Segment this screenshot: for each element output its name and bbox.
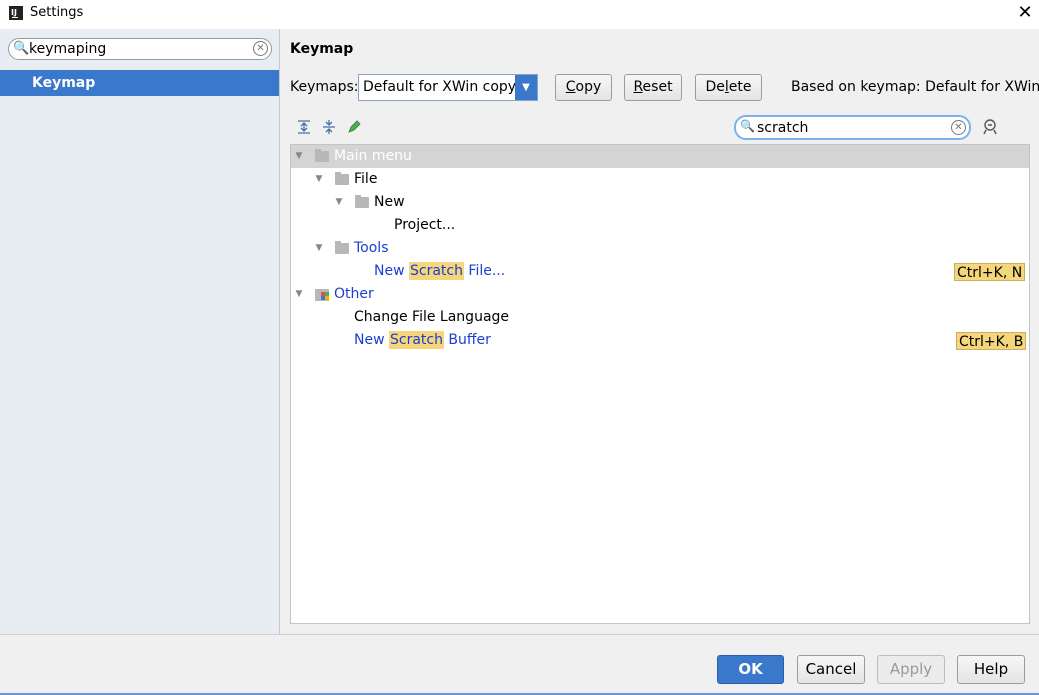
tree-row-label: New Scratch Buffer <box>354 329 491 352</box>
delete-button[interactable]: Delete <box>695 74 762 101</box>
expand-all-icon[interactable] <box>296 119 312 135</box>
other-folder-icon <box>315 289 329 301</box>
apply-button[interactable]: Apply <box>877 655 945 684</box>
folder-icon <box>335 241 349 254</box>
settings-sidebar: 🔍 ✕ Keymap <box>0 29 280 634</box>
label-part: Buffer <box>443 332 491 348</box>
settings-search-input[interactable] <box>29 40 249 58</box>
keymap-action-tree[interactable]: ▼ Main menu ▼ File ▼ New Project... ▼ To… <box>290 144 1030 624</box>
tree-row-main-menu[interactable]: ▼ Main menu <box>291 145 1029 168</box>
delete-button-label-a: De <box>705 79 725 95</box>
copy-button[interactable]: Copy <box>555 74 612 101</box>
reset-button[interactable]: Reset <box>624 74 682 101</box>
copy-button-label: opy <box>575 79 602 95</box>
shortcut-filter-field[interactable]: 🔍 ✕ <box>734 115 971 140</box>
tree-row-new-scratch-buffer[interactable]: New Scratch Buffer Ctrl+K, B <box>291 329 1029 352</box>
cancel-button[interactable]: Cancel <box>797 655 865 684</box>
intellij-app-icon: IJ <box>9 6 23 20</box>
dialog-footer: OK Cancel Apply Help <box>0 634 1039 695</box>
panel-title: Keymap <box>290 41 354 57</box>
clear-search-icon[interactable]: ✕ <box>253 41 268 56</box>
expand-arrow-icon[interactable]: ▼ <box>333 191 345 214</box>
tree-row-new[interactable]: ▼ New <box>291 191 1029 214</box>
keymap-dropdown-value: Default for XWin copy <box>363 79 517 95</box>
collapse-all-icon[interactable] <box>321 119 337 135</box>
edit-shortcut-icon[interactable] <box>346 119 362 135</box>
expand-arrow-icon[interactable]: ▼ <box>293 145 305 168</box>
search-icon: 🔍 <box>13 41 30 56</box>
folder-icon <box>335 172 349 185</box>
tree-row-label: File <box>354 171 378 187</box>
ok-button[interactable]: OK <box>717 655 784 684</box>
folder-icon <box>315 149 329 162</box>
reset-button-label: eset <box>642 79 673 95</box>
copy-button-mnemonic: C <box>565 79 576 95</box>
tree-row-other[interactable]: ▼ Other <box>291 283 1029 306</box>
tree-row-new-scratch-file[interactable]: New Scratch File... Ctrl+K, N <box>291 260 1029 283</box>
expand-arrow-icon[interactable]: ▼ <box>313 237 325 260</box>
keymap-panel: Keymap Keymaps: Default for XWin copy ▼ … <box>280 29 1039 634</box>
tree-row-label: Change File Language <box>354 309 510 325</box>
clear-filter-icon[interactable]: ✕ <box>951 120 966 135</box>
help-button[interactable]: Help <box>957 655 1025 684</box>
folder-icon <box>355 195 369 208</box>
title-bar: IJ Settings ✕ <box>0 0 1039 29</box>
tree-row-file[interactable]: ▼ File <box>291 168 1029 191</box>
close-window-button[interactable]: ✕ <box>1014 2 1036 24</box>
tree-row-tools[interactable]: ▼ Tools <box>291 237 1029 260</box>
expand-arrow-icon[interactable]: ▼ <box>313 168 325 191</box>
tree-row-label: Tools <box>354 240 389 256</box>
tree-row-change-file-language[interactable]: Change File Language <box>291 306 1029 329</box>
delete-button-label-b: ete <box>728 79 752 95</box>
search-match-highlight: Scratch <box>389 331 444 349</box>
shortcut-filter-input[interactable] <box>757 119 937 137</box>
find-by-shortcut-icon[interactable] <box>980 118 1000 138</box>
shortcut-badge: Ctrl+K, N <box>954 263 1026 281</box>
label-part: New <box>374 263 409 279</box>
tree-row-label: New <box>374 194 405 210</box>
based-on-keymap-text: Based on keymap: Default for XWin <box>791 79 1039 95</box>
label-part: File... <box>463 263 506 279</box>
expand-arrow-icon[interactable]: ▼ <box>293 283 305 306</box>
window-title: Settings <box>30 5 84 20</box>
tree-row-label: Other <box>334 286 374 302</box>
label-part: New <box>354 332 389 348</box>
tree-row-label: Main menu <box>334 148 412 164</box>
settings-search-field[interactable]: 🔍 ✕ <box>8 38 272 60</box>
search-match-highlight: Scratch <box>409 262 464 280</box>
tree-row-project[interactable]: Project... <box>291 214 1029 237</box>
reset-button-mnemonic: R <box>633 79 643 95</box>
search-with-history-icon[interactable]: 🔍 <box>740 119 755 133</box>
keymaps-label: Keymaps: <box>290 79 359 95</box>
keymap-dropdown[interactable]: Default for XWin copy ▼ <box>358 74 538 101</box>
shortcut-badge: Ctrl+K, B <box>956 332 1027 350</box>
sidebar-item-keymap[interactable]: Keymap <box>0 70 279 96</box>
tree-row-label: New Scratch File... <box>374 260 505 283</box>
chevron-down-icon[interactable]: ▼ <box>515 75 537 100</box>
tree-row-label: Project... <box>394 217 456 233</box>
